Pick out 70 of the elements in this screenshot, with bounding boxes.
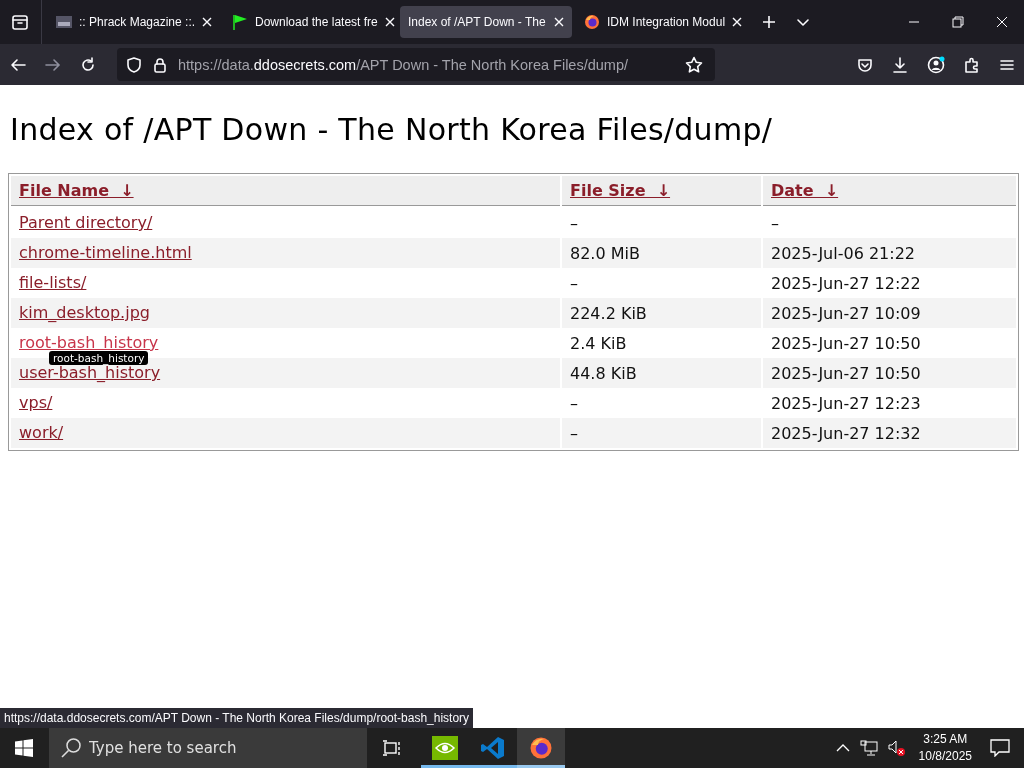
file-size: 2.4 KiB [570,333,627,353]
clock-date[interactable]: 10/8/2025 [918,748,972,765]
new-tab-icon[interactable] [762,15,776,29]
notification-icon[interactable] [990,739,1010,757]
file-date: 2025-Jun-27 10:50 [771,333,921,353]
taskbar-search-field[interactable]: Type here to search [49,728,367,768]
close-icon[interactable] [384,17,395,27]
lock-icon [152,56,168,73]
forward-arrow-icon [45,56,61,73]
network-icon[interactable] [859,740,878,756]
file-date: 2025-Jun-27 12:32 [771,423,921,443]
browser-tab[interactable]: :: Phrack Magazine ::. [48,6,220,38]
file-size: – [570,393,578,413]
file-date: 2025-Jun-27 12:23 [771,393,921,413]
eye-logo-icon [432,736,458,760]
file-link[interactable]: Parent directory/ [19,215,153,231]
flag-icon [232,14,248,30]
close-icon[interactable] [554,17,564,27]
account-icon[interactable] [927,55,945,74]
tab-list-icon[interactable] [11,13,29,31]
file-date: 2025-Jun-27 10:09 [771,303,921,323]
firefox-icon [584,14,600,30]
url-text: https://data.ddosecrets.com/APT Down - The North Korea Files/dump/ [178,56,628,73]
speaker-muted-icon[interactable] [887,740,906,756]
browser-tab[interactable]: IDM Integration Modul [576,6,748,38]
clock-time[interactable]: 3:25 AM [923,731,968,748]
taskbar-app-button[interactable] [517,728,565,768]
close-icon[interactable] [996,16,1008,28]
browser-tab[interactable]: Index of /APT Down - The [400,6,572,38]
file-link[interactable]: root-bash_history [19,335,159,351]
file-link[interactable]: file-lists/ [19,275,87,291]
sort-link[interactable]: Date ↓ [771,181,839,200]
download-icon[interactable] [892,56,908,73]
file-size: 82.0 MiB [570,243,640,263]
thumbnail-icon [56,14,72,30]
file-size: 224.2 KiB [570,303,647,323]
close-icon[interactable] [732,17,743,27]
chevron-up-icon[interactable] [835,743,850,753]
windows-start-icon[interactable] [15,739,33,757]
back-arrow-icon[interactable] [10,56,26,73]
file-date: 2025-Jun-27 10:50 [771,363,921,383]
file-size: 44.8 KiB [570,363,637,383]
address-bar[interactable]: https://data.ddosecrets.com/APT Down - The North Korea Files/dump/ [117,48,715,81]
restore-icon[interactable] [952,16,964,28]
file-date: 2025-Jul-06 21:22 [771,243,915,263]
file-size: – [570,273,578,293]
file-link[interactable]: chrome-timeline.html [19,245,192,261]
tooltip: root-bash_history [49,351,149,365]
page-heading: Index of /APT Down - The North Korea Files/dump/ [10,111,774,149]
task-view-icon[interactable] [383,740,401,756]
file-date: – [771,213,779,233]
shield-icon [126,56,142,73]
file-link[interactable]: work/ [19,425,64,441]
pocket-icon[interactable] [857,56,873,73]
reload-icon[interactable] [80,56,96,73]
firefox-icon [529,736,553,760]
code-editor-icon [481,736,505,760]
file-size: – [570,423,578,443]
file-link[interactable]: kim_desktop.jpg [19,305,150,321]
file-size: – [570,213,578,233]
file-link[interactable]: user-bash_history [19,365,161,381]
sort-link[interactable]: File Name ↓ [19,181,134,200]
star-icon[interactable] [685,55,703,74]
search-icon [61,738,81,758]
puzzle-icon[interactable] [964,56,980,73]
file-date: 2025-Jun-27 12:22 [771,273,921,293]
file-link[interactable]: vps/ [19,395,53,411]
browser-tab[interactable]: Download the latest fre [224,6,396,38]
status-link-url: https://data.ddosecrets.com/APT Down - The North Korea Files/dump/root-bash_history [0,708,474,728]
close-icon[interactable] [202,17,213,27]
